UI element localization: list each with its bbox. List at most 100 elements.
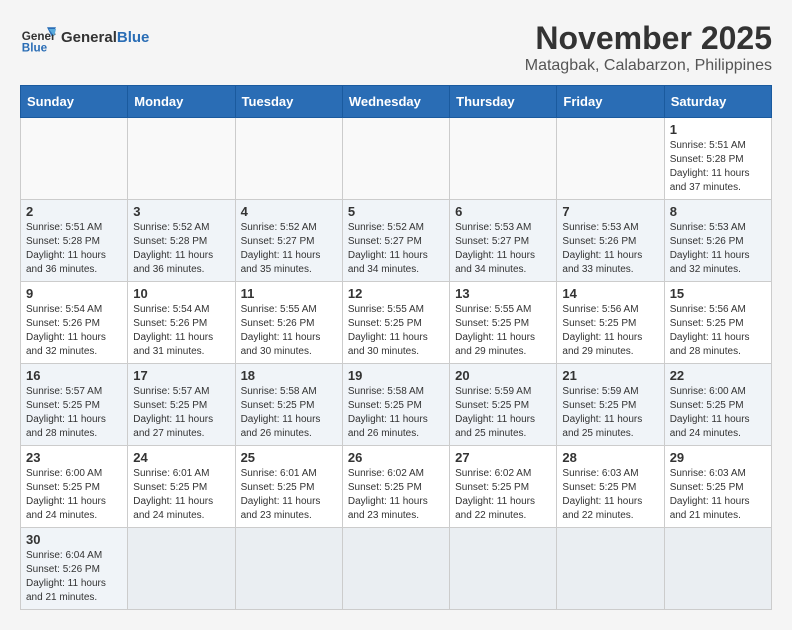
day-number: 20 [455, 368, 551, 383]
day-info: Sunrise: 5:51 AM Sunset: 5:28 PM Dayligh… [26, 221, 122, 277]
day-number: 1 [670, 122, 766, 137]
calendar-day-cell [664, 528, 771, 610]
calendar-day-cell: 16Sunrise: 5:57 AM Sunset: 5:25 PM Dayli… [21, 364, 128, 446]
day-number: 12 [348, 286, 444, 301]
calendar-day-cell: 27 Sunrise: 6:02 AM Sunset: 5:25 PM Dayli… [450, 446, 557, 528]
day-number: 6 [455, 204, 551, 219]
calendar-day-cell: 9Sunrise: 5:54 AM Sunset: 5:26 PM Daylig… [21, 282, 128, 364]
page-header: General Blue GeneralBlue November 2025 M… [20, 20, 772, 75]
day-number: 27 [455, 450, 551, 465]
calendar-day-cell [557, 118, 664, 200]
day-info: Sunrise: 5:52 AM Sunset: 5:27 PM Dayligh… [241, 221, 337, 277]
day-number: 17 [133, 368, 229, 383]
day-info: Sunrise: 5:53 AM Sunset: 5:26 PM Dayligh… [562, 221, 658, 277]
day-number: 3 [133, 204, 229, 219]
day-number: 23 [26, 450, 122, 465]
calendar-day-cell: 8 Sunrise: 5:53 AM Sunset: 5:26 PM Daylig… [664, 200, 771, 282]
calendar-day-cell: 30Sunrise: 6:04 AM Sunset: 5:26 PM Dayli… [21, 528, 128, 610]
day-info: Sunrise: 5:54 AM Sunset: 5:26 PM Dayligh… [26, 303, 122, 359]
calendar-day-cell: 10 Sunrise: 5:54 AM Sunset: 5:26 PM Dayli… [128, 282, 235, 364]
day-info: Sunrise: 6:02 AM Sunset: 5:25 PM Dayligh… [455, 467, 551, 523]
title-section: November 2025 Matagbak, Calabarzon, Phil… [525, 20, 772, 75]
day-number: 2 [26, 204, 122, 219]
calendar-day-cell: 25 Sunrise: 6:01 AM Sunset: 5:25 PM Dayli… [235, 446, 342, 528]
calendar-day-cell: 6 Sunrise: 5:53 AM Sunset: 5:27 PM Daylig… [450, 200, 557, 282]
day-info: Sunrise: 5:55 AM Sunset: 5:26 PM Dayligh… [241, 303, 337, 359]
calendar-table: SundayMondayTuesdayWednesdayThursdayFrid… [20, 85, 772, 610]
calendar-day-cell: 11 Sunrise: 5:55 AM Sunset: 5:26 PM Dayli… [235, 282, 342, 364]
day-info: Sunrise: 5:52 AM Sunset: 5:28 PM Dayligh… [133, 221, 229, 277]
day-number: 25 [241, 450, 337, 465]
day-number: 14 [562, 286, 658, 301]
day-number: 11 [241, 286, 337, 301]
day-number: 18 [241, 368, 337, 383]
day-number: 5 [348, 204, 444, 219]
calendar-day-cell: 14 Sunrise: 5:56 AM Sunset: 5:25 PM Dayli… [557, 282, 664, 364]
day-number: 24 [133, 450, 229, 465]
calendar-week-row: 1 Sunrise: 5:51 AM Sunset: 5:28 PM Daylig… [21, 118, 772, 200]
day-number: 15 [670, 286, 766, 301]
day-info: Sunrise: 5:59 AM Sunset: 5:25 PM Dayligh… [562, 385, 658, 441]
calendar-day-cell: 28 Sunrise: 6:03 AM Sunset: 5:25 PM Dayli… [557, 446, 664, 528]
day-info: Sunrise: 6:00 AM Sunset: 5:25 PM Dayligh… [670, 385, 766, 441]
day-info: Sunrise: 5:56 AM Sunset: 5:25 PM Dayligh… [670, 303, 766, 359]
day-header-thursday: Thursday [450, 86, 557, 118]
day-number: 13 [455, 286, 551, 301]
day-info: Sunrise: 5:58 AM Sunset: 5:25 PM Dayligh… [348, 385, 444, 441]
calendar-day-cell: 4Sunrise: 5:52 AM Sunset: 5:27 PM Daylig… [235, 200, 342, 282]
calendar-day-cell: 21Sunrise: 5:59 AM Sunset: 5:25 PM Dayli… [557, 364, 664, 446]
day-number: 10 [133, 286, 229, 301]
calendar-day-cell [450, 118, 557, 200]
calendar-day-cell: 22 Sunrise: 6:00 AM Sunset: 5:25 PM Dayli… [664, 364, 771, 446]
day-info: Sunrise: 6:01 AM Sunset: 5:25 PM Dayligh… [241, 467, 337, 523]
calendar-day-cell: 2 Sunrise: 5:51 AM Sunset: 5:28 PM Daylig… [21, 200, 128, 282]
calendar-day-cell: 13Sunrise: 5:55 AM Sunset: 5:25 PM Dayli… [450, 282, 557, 364]
day-header-tuesday: Tuesday [235, 86, 342, 118]
calendar-day-cell [128, 528, 235, 610]
day-info: Sunrise: 5:53 AM Sunset: 5:26 PM Dayligh… [670, 221, 766, 277]
calendar-day-cell: 24 Sunrise: 6:01 AM Sunset: 5:25 PM Dayli… [128, 446, 235, 528]
day-header-sunday: Sunday [21, 86, 128, 118]
calendar-week-row: 30Sunrise: 6:04 AM Sunset: 5:26 PM Dayli… [21, 528, 772, 610]
logo-general: General [61, 29, 117, 46]
day-info: Sunrise: 6:02 AM Sunset: 5:25 PM Dayligh… [348, 467, 444, 523]
day-info: Sunrise: 5:55 AM Sunset: 5:25 PM Dayligh… [348, 303, 444, 359]
logo-blue: Blue [117, 29, 150, 46]
day-number: 19 [348, 368, 444, 383]
day-header-monday: Monday [128, 86, 235, 118]
calendar-day-cell: 7Sunrise: 5:53 AM Sunset: 5:26 PM Daylig… [557, 200, 664, 282]
calendar-week-row: 16Sunrise: 5:57 AM Sunset: 5:25 PM Dayli… [21, 364, 772, 446]
day-info: Sunrise: 5:58 AM Sunset: 5:25 PM Dayligh… [241, 385, 337, 441]
calendar-day-cell [342, 118, 449, 200]
calendar-day-cell [342, 528, 449, 610]
day-number: 8 [670, 204, 766, 219]
calendar-header-row: SundayMondayTuesdayWednesdayThursdayFrid… [21, 86, 772, 118]
calendar-week-row: 2 Sunrise: 5:51 AM Sunset: 5:28 PM Daylig… [21, 200, 772, 282]
month-title: November 2025 [525, 20, 772, 57]
logo-icon: General Blue [20, 20, 56, 56]
logo: General Blue GeneralBlue [20, 20, 149, 56]
day-info: Sunrise: 5:51 AM Sunset: 5:28 PM Dayligh… [670, 139, 766, 195]
calendar-day-cell: 1 Sunrise: 5:51 AM Sunset: 5:28 PM Daylig… [664, 118, 771, 200]
calendar-day-cell: 15 Sunrise: 5:56 AM Sunset: 5:25 PM Dayli… [664, 282, 771, 364]
day-header-saturday: Saturday [664, 86, 771, 118]
calendar-week-row: 23Sunrise: 6:00 AM Sunset: 5:25 PM Dayli… [21, 446, 772, 528]
calendar-day-cell: 17 Sunrise: 5:57 AM Sunset: 5:25 PM Dayli… [128, 364, 235, 446]
day-info: Sunrise: 6:03 AM Sunset: 5:25 PM Dayligh… [562, 467, 658, 523]
calendar-day-cell: 19 Sunrise: 5:58 AM Sunset: 5:25 PM Dayli… [342, 364, 449, 446]
day-info: Sunrise: 5:57 AM Sunset: 5:25 PM Dayligh… [133, 385, 229, 441]
svg-text:Blue: Blue [22, 42, 48, 55]
day-number: 26 [348, 450, 444, 465]
day-info: Sunrise: 6:04 AM Sunset: 5:26 PM Dayligh… [26, 549, 122, 605]
calendar-day-cell: 3 Sunrise: 5:52 AM Sunset: 5:28 PM Daylig… [128, 200, 235, 282]
day-number: 28 [562, 450, 658, 465]
calendar-day-cell [450, 528, 557, 610]
calendar-day-cell: 23Sunrise: 6:00 AM Sunset: 5:25 PM Dayli… [21, 446, 128, 528]
calendar-day-cell [128, 118, 235, 200]
day-info: Sunrise: 5:53 AM Sunset: 5:27 PM Dayligh… [455, 221, 551, 277]
day-info: Sunrise: 5:54 AM Sunset: 5:26 PM Dayligh… [133, 303, 229, 359]
day-info: Sunrise: 5:56 AM Sunset: 5:25 PM Dayligh… [562, 303, 658, 359]
day-info: Sunrise: 6:01 AM Sunset: 5:25 PM Dayligh… [133, 467, 229, 523]
day-number: 22 [670, 368, 766, 383]
day-info: Sunrise: 5:57 AM Sunset: 5:25 PM Dayligh… [26, 385, 122, 441]
